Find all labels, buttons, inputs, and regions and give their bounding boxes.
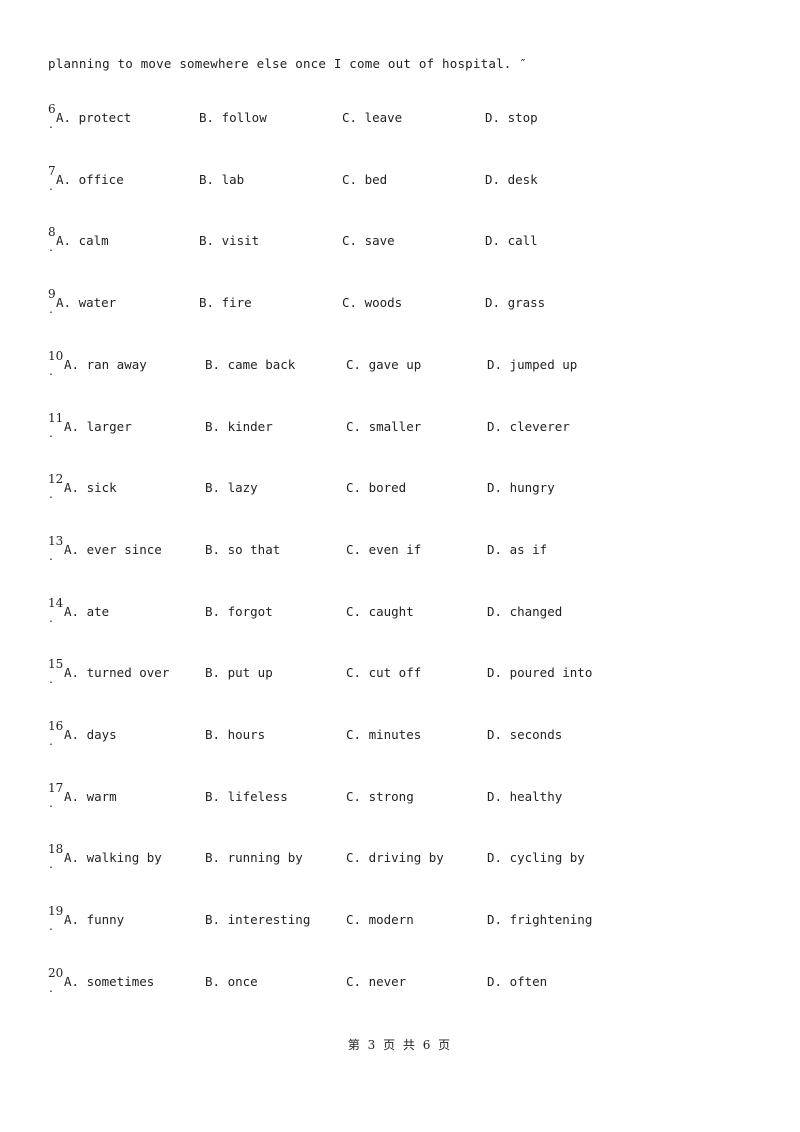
option-b[interactable]: B. lifeless <box>205 789 288 804</box>
question-number: 19 <box>48 904 64 919</box>
question-number: 8 <box>48 225 56 240</box>
question-number: 17 <box>48 780 64 795</box>
option-b[interactable]: B. so that <box>205 542 280 557</box>
option-b[interactable]: B. kinder <box>205 419 273 434</box>
page-footer: 第 3 页 共 6 页 <box>347 1038 453 1052</box>
question-number: 11 <box>48 410 64 425</box>
question-number: 13 <box>48 533 64 548</box>
option-b[interactable]: B. fire <box>199 295 252 310</box>
question-number: 20 <box>48 965 64 980</box>
question-dot: . <box>48 120 55 131</box>
intro-text: planning to move somewhere else once I c… <box>48 56 527 71</box>
option-d[interactable]: D. poured into <box>487 665 592 680</box>
question-dot: . <box>48 860 55 872</box>
option-d[interactable]: D. often <box>487 974 547 989</box>
option-c[interactable]: C. save <box>342 233 395 248</box>
option-c[interactable]: C. driving by <box>346 850 444 865</box>
option-a[interactable]: A. sick <box>64 480 117 495</box>
option-c[interactable]: C. even if <box>346 542 421 557</box>
question-dot: . <box>48 366 55 378</box>
option-d[interactable]: D. cycling by <box>487 850 585 865</box>
option-d[interactable]: D. frightening <box>487 912 592 927</box>
option-a[interactable]: A. protect <box>56 110 131 125</box>
question-number: 9 <box>48 287 56 302</box>
option-c[interactable]: C. caught <box>346 604 414 619</box>
question-dot: . <box>48 428 55 440</box>
option-b[interactable]: B. running by <box>205 850 303 865</box>
option-b[interactable]: B. visit <box>199 233 259 248</box>
option-a[interactable]: A. ever since <box>64 542 162 557</box>
option-a[interactable]: A. ate <box>64 604 109 619</box>
option-a[interactable]: A. walking by <box>64 850 162 865</box>
question-number: 14 <box>48 595 64 610</box>
option-a[interactable]: A. sometimes <box>64 974 154 989</box>
question-number: 7 <box>48 163 56 178</box>
question-number: 16 <box>48 719 64 733</box>
option-d[interactable]: D. hungry <box>487 480 555 495</box>
option-d[interactable]: D. as if <box>487 542 547 557</box>
option-b[interactable]: B. lab <box>199 172 244 187</box>
option-c[interactable]: C. strong <box>346 789 414 804</box>
question-dot: . <box>48 737 55 748</box>
option-d[interactable]: D. cleverer <box>487 419 570 434</box>
option-c[interactable]: C. cut off <box>346 665 421 680</box>
question-dot: . <box>48 983 55 995</box>
option-d[interactable]: D. healthy <box>487 789 562 804</box>
option-c[interactable]: C. smaller <box>346 419 421 434</box>
option-d[interactable]: D. seconds <box>487 727 562 742</box>
option-a[interactable]: A. office <box>56 172 124 187</box>
option-d[interactable]: D. desk <box>485 172 538 187</box>
question-dot: . <box>48 613 55 625</box>
question-dot: . <box>48 922 55 934</box>
question-dot: . <box>48 675 55 687</box>
option-b[interactable]: B. hours <box>205 727 265 742</box>
option-c[interactable]: C. leave <box>342 110 402 125</box>
question-number: 10 <box>48 348 64 363</box>
option-a[interactable]: A. larger <box>64 419 132 434</box>
option-d[interactable]: D. grass <box>485 295 545 310</box>
option-b[interactable]: B. forgot <box>205 604 273 619</box>
option-a[interactable]: A. water <box>56 295 116 310</box>
question-dot: . <box>48 490 55 502</box>
option-b[interactable]: B. interesting <box>205 912 310 927</box>
question-number: 6 <box>48 102 56 116</box>
option-c[interactable]: C. bed <box>342 172 387 187</box>
question-number: 12 <box>48 472 64 487</box>
question-dot: . <box>48 181 55 193</box>
option-c[interactable]: C. bored <box>346 480 406 495</box>
question-dot: . <box>48 243 55 255</box>
option-d[interactable]: D. stop <box>485 110 538 125</box>
option-b[interactable]: B. once <box>205 974 258 989</box>
option-b[interactable]: B. came back <box>205 357 295 372</box>
option-c[interactable]: C. never <box>346 974 406 989</box>
option-a[interactable]: A. ran away <box>64 357 147 372</box>
question-number: 15 <box>48 657 64 672</box>
question-dot: . <box>48 798 55 810</box>
option-b[interactable]: B. follow <box>199 110 267 125</box>
question-dot: . <box>48 305 55 317</box>
question-dot: . <box>48 551 55 563</box>
option-d[interactable]: D. call <box>485 233 538 248</box>
option-a[interactable]: A. warm <box>64 789 117 804</box>
option-c[interactable]: C. minutes <box>346 727 421 742</box>
option-b[interactable]: B. put up <box>205 665 273 680</box>
option-c[interactable]: C. modern <box>346 912 414 927</box>
option-a[interactable]: A. turned over <box>64 665 169 680</box>
option-b[interactable]: B. lazy <box>205 480 258 495</box>
option-c[interactable]: C. woods <box>342 295 402 310</box>
option-a[interactable]: A. calm <box>56 233 109 248</box>
option-d[interactable]: D. changed <box>487 604 562 619</box>
option-d[interactable]: D. jumped up <box>487 357 577 372</box>
option-c[interactable]: C. gave up <box>346 357 421 372</box>
option-a[interactable]: A. funny <box>64 912 124 927</box>
question-number: 18 <box>48 842 64 857</box>
option-a[interactable]: A. days <box>64 727 117 742</box>
